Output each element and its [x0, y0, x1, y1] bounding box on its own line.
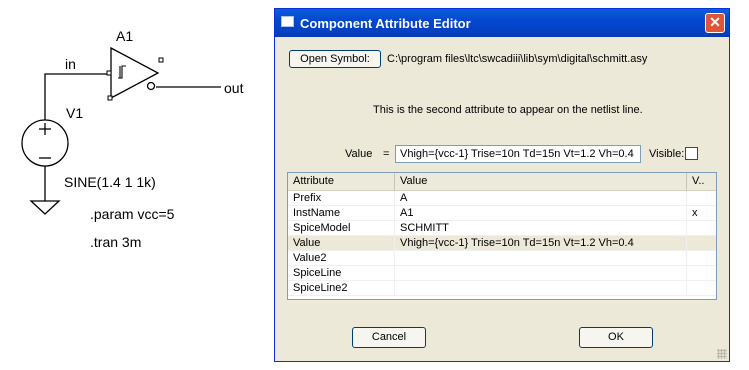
cell-attribute: SpiceLine [288, 266, 395, 280]
dialog-titlebar[interactable]: Component Attribute Editor ✕ [275, 9, 729, 37]
table-row[interactable]: SpiceLine2 [288, 281, 716, 296]
schmitt-buffer-symbol[interactable] [106, 46, 164, 101]
table-row[interactable]: Prefix A [288, 191, 716, 206]
table-row[interactable]: Value Vhigh={vcc-1} Trise=10n Td=15n Vt=1… [288, 236, 716, 251]
table-row[interactable]: SpiceModel SCHMITT [288, 221, 716, 236]
visible-label: Visible: [649, 148, 685, 160]
open-symbol-button[interactable]: Open Symbol: [289, 50, 381, 68]
column-header-value[interactable]: Value [395, 173, 687, 190]
voltage-source-symbol[interactable] [21, 119, 69, 167]
cell-attribute: Value [288, 236, 395, 250]
attribute-table[interactable]: Attribute Value V.. Prefix A InstName A1 x Sp… [287, 172, 717, 300]
table-row[interactable]: Value2 [288, 251, 716, 266]
schematic-canvas[interactable]: A1 in out V1 SINE(1.4 1 1k) .param vcc=5… [0, 0, 270, 370]
close-icon: ✕ [709, 14, 721, 30]
cell-value [395, 251, 687, 265]
cell-attribute: SpiceLine2 [288, 281, 395, 295]
component-attribute-editor-dialog: Component Attribute Editor ✕ Open Symbol… [274, 8, 730, 362]
cell-visible [687, 236, 716, 250]
resize-grip-icon[interactable] [717, 349, 727, 359]
input-net-label: in [65, 56, 76, 72]
visible-checkbox[interactable] [685, 147, 698, 160]
close-button[interactable]: ✕ [705, 13, 725, 33]
cell-attribute: InstName [288, 206, 395, 220]
attribute-description: This is the second attribute to appear o… [373, 104, 643, 116]
column-header-visible[interactable]: V.. [687, 173, 716, 190]
cell-attribute: Prefix [288, 191, 395, 205]
cell-value [395, 266, 687, 280]
cell-visible [687, 191, 716, 205]
value-equals: = [383, 148, 390, 160]
output-net-label: out [224, 80, 244, 96]
cell-visible: x [692, 207, 698, 219]
param-directive[interactable]: .param vcc=5 [90, 206, 175, 222]
cell-value: A1 [395, 206, 687, 220]
dialog-title: Component Attribute Editor [300, 16, 471, 31]
cancel-button[interactable]: Cancel [352, 327, 426, 348]
ok-button[interactable]: OK [579, 327, 653, 348]
component-name-label: A1 [116, 28, 133, 44]
cell-attribute: Value2 [288, 251, 395, 265]
value-input[interactable]: Vhigh={vcc-1} Trise=10n Td=15n Vt=1.2 Vh… [395, 145, 641, 163]
cell-value: Vhigh={vcc-1} Trise=10n Td=15n Vt=1.2 Vh… [395, 236, 687, 250]
symbol-path: C:\program files\ltc\swcadiii\lib\sym\di… [387, 53, 648, 65]
column-header-attribute[interactable]: Attribute [288, 173, 395, 190]
ground-icon [29, 200, 61, 215]
window-icon [281, 16, 294, 27]
cell-attribute: SpiceModel [288, 221, 395, 235]
cell-visible [687, 266, 716, 280]
cell-value [395, 281, 687, 295]
tran-directive[interactable]: .tran 3m [90, 234, 141, 250]
cell-visible [687, 221, 716, 235]
value-label: Value [345, 148, 373, 160]
table-row[interactable]: SpiceLine [288, 266, 716, 281]
source-value-label: SINE(1.4 1 1k) [64, 174, 156, 190]
table-header: Attribute Value V.. [288, 173, 716, 191]
source-name-label: V1 [66, 105, 83, 121]
cell-value: A [395, 191, 687, 205]
table-body: Prefix A InstName A1 x SpiceModel SCHMITT Value… [288, 191, 716, 296]
cell-visible [687, 251, 716, 265]
cell-visible [687, 281, 716, 295]
cell-value: SCHMITT [395, 221, 687, 235]
table-row[interactable]: InstName A1 x [288, 206, 716, 221]
